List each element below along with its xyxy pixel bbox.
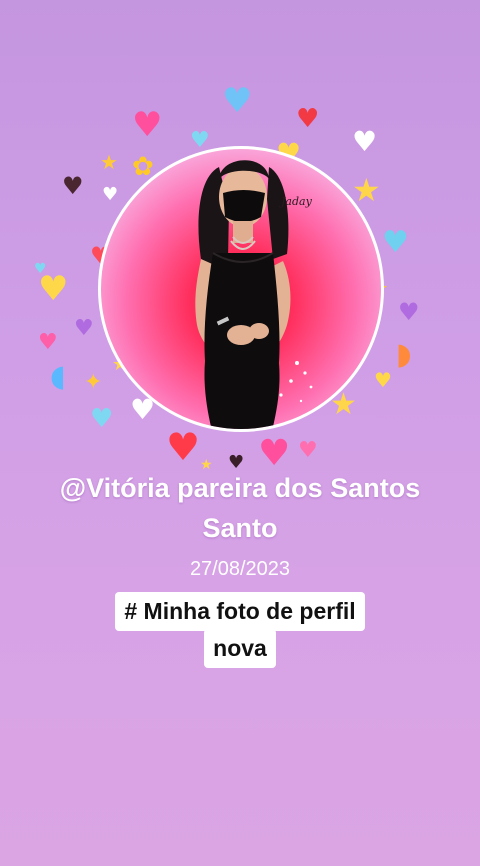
rainbow-icon: ◖ bbox=[50, 359, 66, 394]
caption: # Minha foto de perfil nova bbox=[0, 592, 480, 668]
star-icon: ✦ bbox=[84, 370, 103, 395]
handle-line-2: Santo bbox=[202, 513, 278, 543]
pink-heart-icon: ♥ bbox=[132, 105, 163, 145]
person-illustration bbox=[195, 160, 313, 429]
rainbow-icon: ◗ bbox=[396, 337, 412, 372]
purple-heart-icon: ♥ bbox=[398, 298, 420, 326]
profile-avatar: Jaday bbox=[98, 146, 384, 432]
pink-heart-icon: ♥ bbox=[298, 438, 318, 463]
pink-heart-icon: ♥ bbox=[258, 433, 291, 474]
pink-heart-icon: ♥ bbox=[38, 330, 58, 355]
yellow-heart-icon: ♥ bbox=[38, 269, 69, 309]
red-heart-icon: ♥ bbox=[296, 104, 320, 134]
caption-line-1: # Minha foto de perfil bbox=[115, 592, 365, 631]
cyan-heart-icon: ♥ bbox=[382, 225, 409, 260]
artist-signature: Jaday bbox=[281, 195, 312, 208]
profile-handle: @Vitória pareira dos Santos Santo bbox=[0, 468, 480, 548]
black-heart-icon: ♥ bbox=[62, 172, 84, 200]
purple-heart-icon: ♥ bbox=[74, 316, 94, 341]
handle-line-1: @Vitória pareira dos Santos bbox=[59, 473, 421, 503]
red-heart-icon: ♥ bbox=[166, 425, 201, 469]
caption-line-2: nova bbox=[204, 629, 276, 668]
story-canvas: ♥ ♥ ♥ ♥ ♥ ♥ ✿ ★ ★ ♥ ♥ ✿ ♥ ♥ ♥ ♥ ★ ♥ ♥ ♥ … bbox=[0, 0, 480, 866]
post-date: 27/08/2023 bbox=[189, 558, 291, 580]
blue-heart-icon: ♥ bbox=[222, 81, 253, 121]
